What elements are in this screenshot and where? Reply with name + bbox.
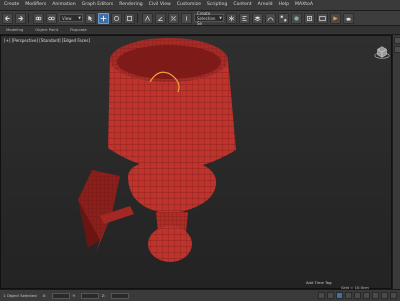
menu-item-scripting[interactable]: Scripting (204, 0, 230, 10)
menu-item-content[interactable]: Content (230, 0, 254, 10)
percent-snap-icon (170, 15, 177, 22)
create-panel-button[interactable] (394, 37, 400, 44)
align-button[interactable] (239, 13, 250, 24)
coord-y-label: Y: (70, 293, 79, 298)
menu-item-modifiers[interactable]: Modifiers (22, 0, 49, 10)
selection-set-dropdown[interactable]: Create Selection Se ▼ (194, 14, 224, 22)
zoom-button[interactable] (363, 292, 370, 299)
toolbar-separator (28, 13, 29, 23)
rotate-button[interactable] (111, 13, 122, 24)
menu-item-customize[interactable]: Customize (174, 0, 204, 10)
render-setup-icon (306, 15, 313, 22)
menu-item-civil-view[interactable]: Civil View (146, 0, 174, 10)
next-frame-button[interactable] (345, 292, 352, 299)
angle-snap-icon (157, 15, 164, 22)
material-editor-button[interactable] (291, 13, 302, 24)
lamp-shade (108, 38, 236, 170)
select-button[interactable] (85, 13, 96, 24)
menu-item-arnold[interactable]: Arnold (255, 0, 276, 10)
selection-set-placeholder: Create Selection Se (197, 11, 219, 26)
view-dropdown[interactable]: View ▼ (59, 14, 83, 22)
modify-panel-button[interactable] (394, 46, 400, 53)
add-time-tag-button[interactable]: Add Time Tag (306, 280, 331, 285)
spinner-snap-button[interactable] (181, 13, 192, 24)
go-to-end-button[interactable] (354, 292, 361, 299)
snap-button[interactable] (142, 13, 153, 24)
lamp-body (128, 160, 216, 262)
render-button[interactable] (330, 13, 341, 24)
toolbar-separator (137, 13, 138, 23)
chevron-down-icon: ▼ (219, 16, 222, 20)
mirror-icon (228, 15, 235, 22)
menu-item-create[interactable]: Create (0, 0, 22, 10)
link-button[interactable] (33, 13, 44, 24)
wall-plate (78, 170, 134, 252)
ribbon-tab-object-paint[interactable]: Object Paint (29, 26, 64, 34)
render-frame-button[interactable] (317, 13, 328, 24)
wall-lamp-model[interactable] (0, 35, 392, 289)
layers-icon (254, 15, 261, 22)
render-frame-icon (319, 15, 326, 22)
ribbon-tab-modeling[interactable]: Modeling (0, 26, 29, 34)
curve-editor-icon (267, 15, 274, 22)
link-icon (35, 15, 42, 22)
coord-y-field[interactable] (81, 293, 99, 299)
scale-icon (126, 15, 133, 22)
percent-snap-button[interactable] (168, 13, 179, 24)
angle-snap-button[interactable] (155, 13, 166, 24)
move-icon (100, 15, 107, 22)
render-iterative-button[interactable] (343, 13, 354, 24)
schematic-icon (280, 15, 287, 22)
move-button[interactable] (98, 13, 109, 24)
rotate-icon (113, 15, 120, 22)
command-panel-strip (392, 35, 400, 289)
select-icon (87, 15, 94, 22)
play-button[interactable] (336, 292, 343, 299)
spinner-snap-icon (183, 15, 190, 22)
mirror-button[interactable] (226, 13, 237, 24)
render-setup-button[interactable] (304, 13, 315, 24)
undo-button[interactable] (2, 13, 13, 24)
menu-item-animation[interactable]: Animation (49, 0, 78, 10)
material-icon (293, 15, 300, 22)
menu-item-maxtoa[interactable]: MAXtoA (292, 0, 316, 10)
selection-status: 1 Object Selected (0, 293, 40, 298)
align-icon (241, 15, 248, 22)
orbit-button[interactable] (381, 292, 388, 299)
redo-button[interactable] (15, 13, 26, 24)
teapot-icon (345, 15, 352, 22)
menu-item-graph-editors[interactable]: Graph Editors (79, 0, 117, 10)
pan-button[interactable] (372, 292, 379, 299)
ribbon-tab-populate[interactable]: Populate (64, 26, 93, 34)
previous-frame-button[interactable] (327, 292, 334, 299)
go-to-start-button[interactable] (318, 292, 325, 299)
undo-icon (4, 15, 11, 22)
coord-z-field[interactable] (111, 293, 129, 299)
ribbon-bar: Modeling Object Paint Populate (0, 26, 400, 35)
maximize-viewport-button[interactable] (390, 292, 397, 299)
status-bar: 1 Object Selected X: Y: Z: (0, 289, 400, 301)
coord-x-label: X: (40, 293, 50, 298)
menu-item-rendering[interactable]: Rendering (116, 0, 145, 10)
render-icon (332, 15, 339, 22)
scale-button[interactable] (124, 13, 135, 24)
snap-icon (144, 15, 151, 22)
unlink-button[interactable] (46, 13, 57, 24)
chevron-down-icon: ▼ (78, 16, 81, 20)
menu-item-help[interactable]: Help (276, 0, 292, 10)
graph-button[interactable] (265, 13, 276, 24)
menu-bar: Create Modifiers Animation Graph Editors… (0, 0, 400, 11)
coord-x-field[interactable] (52, 293, 70, 299)
layers-button[interactable] (252, 13, 263, 24)
view-dropdown-value: View (62, 16, 72, 21)
coord-z-label: Z: (99, 293, 109, 298)
schematic-button[interactable] (278, 13, 289, 24)
main-toolbar: View ▼ Create Selection Se ▼ (0, 11, 400, 26)
unlink-icon (48, 15, 55, 22)
redo-icon (17, 15, 24, 22)
